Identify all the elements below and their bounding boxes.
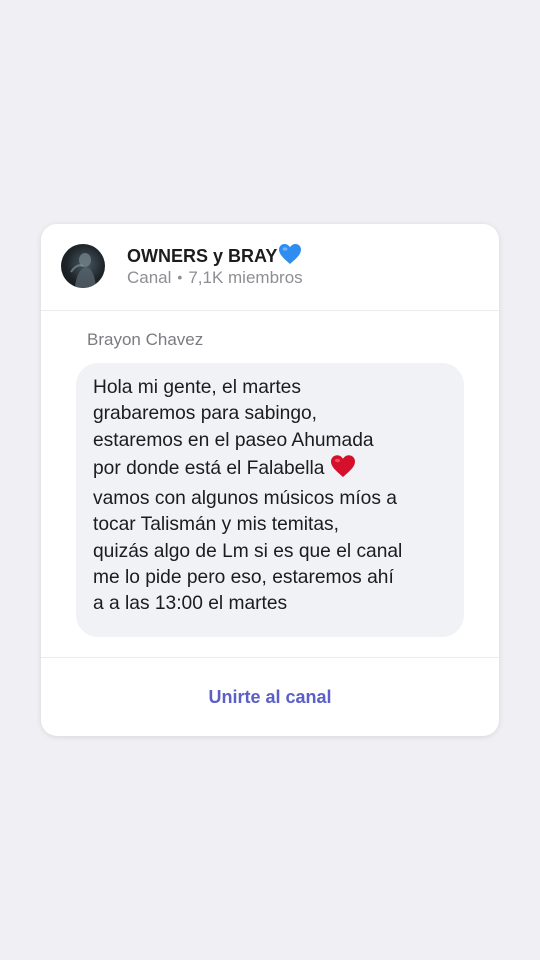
separator-dot: • [177, 269, 183, 285]
channel-name: OWNERS y BRAY [127, 246, 278, 266]
join-channel-button[interactable]: Unirte al canal [41, 658, 499, 736]
blue-heart-icon [278, 243, 302, 270]
message-text: Hola mi gente, el martes grabaremos para… [93, 375, 455, 618]
message-bubble[interactable]: Hola mi gente, el martes grabaremos para… [76, 363, 464, 637]
channel-type: Canal [127, 268, 172, 287]
message-text-part-2: vamos con algunos músicos míos a tocar T… [93, 488, 403, 615]
channel-title: OWNERS y BRAY [127, 243, 302, 270]
channel-meta: Canal • 7,1K miembros [127, 268, 303, 288]
channel-preview-card: OWNERS y BRAY Canal • 7,1K miembros Brayon… [41, 224, 499, 736]
channel-header[interactable]: OWNERS y BRAY Canal • 7,1K miembros [41, 224, 499, 311]
sender-name: Brayon Chavez [87, 330, 204, 349]
red-heart-icon [330, 454, 356, 486]
channel-avatar[interactable] [61, 244, 105, 288]
channel-members: 7,1K miembros [188, 268, 303, 287]
